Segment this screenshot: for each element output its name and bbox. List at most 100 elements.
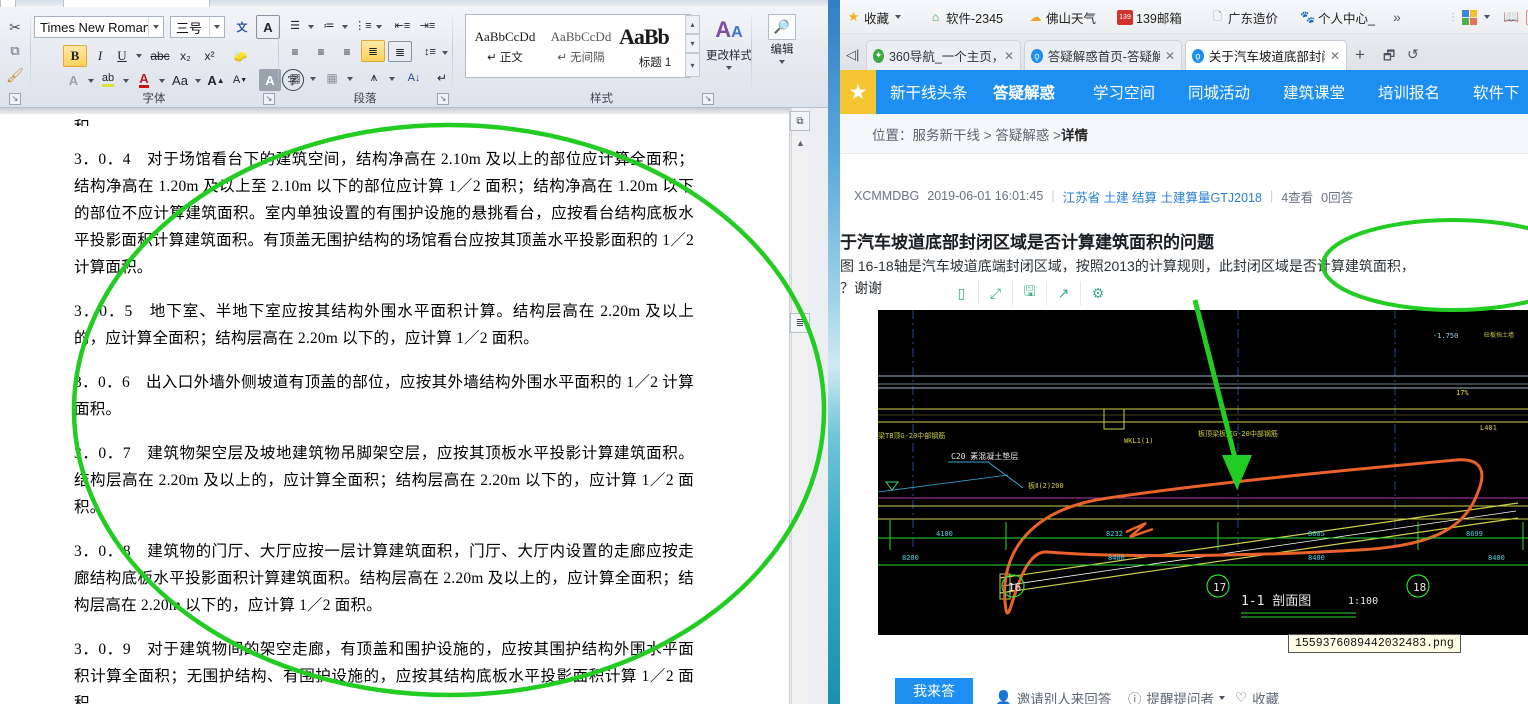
more-bookmarks-icon[interactable]: »: [1393, 7, 1401, 27]
bold-button[interactable]: B: [63, 45, 87, 67]
invite-others-button[interactable]: 👤 邀请别人来回答: [995, 688, 1111, 704]
sort-icon[interactable]: A↓: [402, 67, 426, 88]
character-border-icon[interactable]: A: [256, 15, 280, 39]
shading-icon[interactable]: ▨: [283, 67, 307, 88]
style-item-0[interactable]: AaBbCcDd ↵ 正文: [466, 17, 544, 77]
nav-item-1[interactable]: 答疑解惑: [993, 70, 1055, 114]
align-left-icon[interactable]: ≡: [283, 41, 307, 62]
highlight-color-icon[interactable]: ab: [96, 69, 120, 91]
shrink-font-button[interactable]: A ▼: [229, 69, 251, 91]
pinyin-icon[interactable]: ⩚: [362, 67, 386, 88]
expand-icon[interactable]: ⤢: [979, 281, 1013, 305]
style-item-1[interactable]: AaBbCcDd ↵ 无间隔: [542, 17, 620, 77]
change-styles-button[interactable]: AA 更改样式: [701, 17, 757, 70]
change-case-button[interactable]: Aa: [167, 69, 193, 91]
save-icon[interactable]: 🖫: [1013, 281, 1047, 305]
text-effects-icon[interactable]: A: [62, 69, 85, 91]
chevron-down-icon[interactable]: [86, 75, 96, 87]
close-icon[interactable]: ✕: [1330, 49, 1340, 63]
scissors-icon[interactable]: ✂: [4, 17, 26, 37]
restore-tab-icon[interactable]: 🗗: [1383, 47, 1395, 69]
chevron-down-icon[interactable]: [209, 17, 224, 37]
chevron-down-icon[interactable]: [340, 21, 350, 33]
align-justify-icon[interactable]: ≣: [361, 40, 385, 62]
tab-1[interactable]: ϙ 答疑解惑首页-答疑解惑- ✕: [1024, 40, 1182, 70]
borders-icon[interactable]: ▦: [320, 67, 344, 88]
remind-asker-button[interactable]: ⓘ 提醒提问者: [1128, 688, 1225, 704]
bookmark-shoucang[interactable]: ★ 收藏: [846, 7, 902, 27]
bookmark-software2345[interactable]: ⌂ 软件-2345: [928, 7, 1003, 27]
document-text[interactable]: 积。 3．0．4 对于场馆看台下的建筑空间，结构净高在 2.10m 及以上的部位…: [74, 114, 694, 704]
document-vertical-scrollbar[interactable]: ⧉ ▲ ≣: [790, 108, 810, 704]
distribute-text-icon[interactable]: ≣: [388, 41, 412, 62]
styles-gallery[interactable]: AaBbCcDd ↵ 正文 AaBbCcDd ↵ 无间隔 AaBb 标题 1: [465, 14, 691, 78]
clear-formatting-icon[interactable]: 🧽: [228, 45, 253, 67]
chevron-down-icon[interactable]: [308, 73, 318, 85]
copy-icon[interactable]: ⧉: [4, 41, 26, 61]
chevron-down-icon[interactable]: [1219, 696, 1225, 700]
document-page[interactable]: 积。 3．0．4 对于场馆看台下的建筑空间，结构净高在 2.10m 及以上的部位…: [0, 108, 790, 704]
grow-font-button[interactable]: A ▲: [205, 69, 227, 91]
chevron-down-icon[interactable]: [121, 75, 131, 87]
font-color-icon[interactable]: A: [132, 69, 156, 91]
chevron-down-icon[interactable]: [134, 50, 144, 62]
cad-drawing-image[interactable]: WKL1(1) 梁TB顶G-20中部钢筋 板顶梁板底G-20中部钢筋 L401 …: [878, 310, 1528, 635]
book-icon[interactable]: 📖: [1503, 7, 1519, 27]
chevron-down-icon[interactable]: [148, 17, 163, 37]
chevron-down-icon[interactable]: [726, 66, 732, 70]
multilevel-list-icon[interactable]: ⋮≡: [352, 15, 374, 36]
share-icon[interactable]: ↗: [1047, 281, 1081, 305]
scroll-up-arrow-icon[interactable]: ▲: [795, 138, 806, 148]
editing-button[interactable]: 🔎 编辑: [760, 14, 804, 64]
reload-icon[interactable]: ↺: [1407, 46, 1419, 63]
line-spacing-icon[interactable]: ↕≡: [419, 41, 441, 62]
apps-grid-icon[interactable]: [1462, 7, 1490, 27]
chevron-down-icon[interactable]: [345, 73, 355, 85]
new-tab-plus-icon[interactable]: +: [1355, 45, 1365, 65]
font-name-combo[interactable]: Times New Roman: [34, 16, 164, 38]
nav-item-4[interactable]: 建筑课堂: [1283, 70, 1345, 114]
paintbrush-icon[interactable]: 🖌: [3, 65, 27, 85]
settings-gear-icon[interactable]: ⚙: [1081, 281, 1115, 305]
styles-dialog-launcher[interactable]: ↘: [702, 93, 714, 105]
phonetic-guide-icon[interactable]: 文: [230, 15, 254, 39]
styles-more-button[interactable]: ▾: [685, 53, 700, 77]
nav-item-2[interactable]: 学习空间: [1093, 70, 1155, 114]
ribbon-tab-fragment-left[interactable]: [0, 0, 16, 7]
clipboard-dialog-launcher[interactable]: ↘: [9, 93, 21, 105]
answer-button[interactable]: 我来答: [895, 678, 973, 704]
bookmark-139mail[interactable]: 139 139邮箱: [1117, 7, 1182, 27]
italic-button[interactable]: I: [89, 45, 111, 67]
styles-scroll-up-button[interactable]: ▴: [685, 15, 700, 34]
mobile-view-icon[interactable]: ▯: [945, 281, 979, 305]
align-right-icon[interactable]: ≡: [335, 41, 359, 62]
nav-item-5[interactable]: 培训报名: [1378, 70, 1440, 114]
nav-item-3[interactable]: 同城活动: [1188, 70, 1250, 114]
paragraph-dialog-launcher[interactable]: ↘: [437, 93, 449, 105]
bookmark-gdzaojia[interactable]: 🗋 广东造价: [1210, 7, 1278, 27]
increase-indent-icon[interactable]: ⇥≡: [416, 15, 439, 36]
meta-tags[interactable]: 江苏省 土建 结算 土建算量GTJ2018: [1063, 187, 1262, 206]
numbered-list-icon[interactable]: ≔: [318, 15, 340, 36]
font-size-combo[interactable]: 三号: [170, 16, 225, 38]
chevron-down-icon[interactable]: [895, 15, 902, 19]
bookmark-weather[interactable]: ☁ 佛山天气: [1028, 7, 1097, 27]
superscript-button[interactable]: x²: [198, 45, 221, 67]
favorite-button[interactable]: ♡ 收藏: [1235, 688, 1279, 704]
font-dialog-launcher[interactable]: ↘: [263, 93, 275, 105]
scroll-thumb-handle[interactable]: ≣: [790, 313, 810, 333]
subscript-button[interactable]: x₂: [174, 45, 197, 67]
chevron-down-icon[interactable]: [440, 47, 450, 59]
ribbon-tab-fragment-active[interactable]: [63, 0, 210, 7]
chevron-down-icon[interactable]: [779, 60, 785, 64]
close-icon[interactable]: ✕: [1004, 49, 1014, 63]
chevron-down-icon[interactable]: [306, 21, 316, 33]
align-center-icon[interactable]: ≡: [309, 41, 333, 62]
chevron-down-icon[interactable]: [1484, 15, 1490, 19]
breadcrumb-path[interactable]: 服务新干线 > 答疑解惑 >: [913, 124, 1062, 144]
select-browse-object-icon[interactable]: ⧉: [790, 111, 810, 131]
underline-button[interactable]: U: [111, 45, 133, 67]
decrease-indent-icon[interactable]: ⇤≡: [391, 15, 414, 36]
tab-0[interactable]: ✦ 360导航_一个主页，整个 ✕: [866, 40, 1021, 70]
styles-scroll-down-button[interactable]: ▾: [685, 34, 700, 53]
